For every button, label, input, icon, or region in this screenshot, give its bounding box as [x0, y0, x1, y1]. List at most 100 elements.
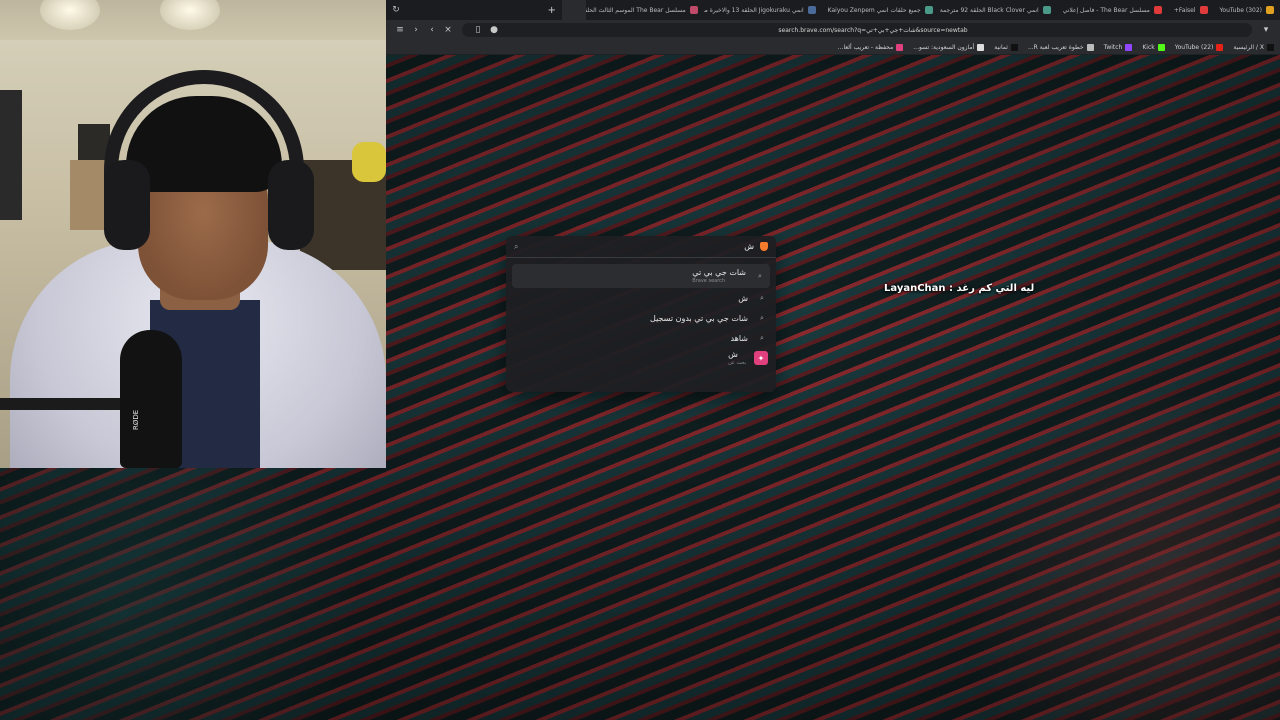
- tab-favicon-icon: [807, 6, 816, 14]
- browser-tab[interactable]: انمي Black Clover الحلقة 92 مترجمة ا: [939, 0, 1057, 20]
- bookmark-item[interactable]: (22) YouTube: [1174, 43, 1224, 51]
- bookmark-label: أمازون السعودية: تسو...: [913, 43, 975, 51]
- new-tab-page: ش ⌕ ⌕ شات جي بي تي Brave search ⌕ ش ⌕ شات جي ب…: [386, 56, 1280, 720]
- back-icon[interactable]: ‹: [424, 22, 440, 38]
- headphones-earcup-right: [268, 160, 314, 250]
- bookmark-label: X / الرئيسية: [1233, 43, 1264, 51]
- new-tab-button[interactable]: +: [542, 0, 562, 20]
- site-info-icon[interactable]: ●: [486, 22, 502, 38]
- tab-title: انمي Jigokuraku الحلقة 13 والاخيرة مت: [704, 6, 804, 14]
- search-icon: ⌕: [760, 293, 764, 302]
- bookmark-item[interactable]: Twitch: [1103, 43, 1133, 51]
- suggestion-text-group: ش بحث عن: [728, 350, 746, 366]
- search-input-row[interactable]: ش ⌕: [506, 236, 776, 258]
- menu-icon[interactable]: ≡: [392, 22, 408, 38]
- bookmark-favicon-icon: [1157, 43, 1165, 51]
- browser-window: (302) YouTube Faisel+ مسلسل The Bear - فاص…: [386, 0, 1280, 720]
- search-input[interactable]: ش: [524, 242, 754, 251]
- search-icon: ⌕: [760, 333, 764, 342]
- bookmark-label: Twitch: [1103, 43, 1123, 51]
- tab-favicon-icon: [1042, 6, 1051, 14]
- search-suggestion[interactable]: ⌕ شاهد: [506, 328, 776, 348]
- suggestion-text: شات جي بي تي: [692, 268, 746, 277]
- browser-tab[interactable]: انمي Jigokuraku الحلقة 13 والاخيرة مت: [704, 0, 822, 20]
- tab-favicon-icon: [924, 6, 933, 14]
- browser-tab[interactable]: جميع حلقات انمي Kaiyou Zenpem: [822, 0, 939, 20]
- tab-title: مسلسل The Bear الموسم الثالث الحلقة: [585, 6, 686, 14]
- webcam-overlay: RØDE: [0, 0, 386, 468]
- microphone: [120, 330, 182, 468]
- tab-favicon-icon: [1266, 6, 1274, 14]
- suggestion-text: ش: [738, 293, 748, 303]
- bookmark-label: خطوة تعريب لعبة R...: [1027, 43, 1084, 51]
- bookmark-label: محفظة - تعريب ألعا...: [837, 43, 894, 51]
- suggestion-text: شاهد: [730, 333, 748, 343]
- browser-toolbar: ≡ › ‹ × ▯ ● search.brave.com/search?q=شا…: [386, 20, 1280, 40]
- address-url: search.brave.com/search?q=شات+جي+بي+تي&s…: [778, 26, 968, 34]
- search-dropdown: ش ⌕ ⌕ شات جي بي تي Brave search ⌕ ش ⌕ شات جي ب…: [506, 236, 776, 392]
- bookmark-item[interactable]: X / الرئيسية: [1233, 43, 1274, 51]
- webcam-speaker: [0, 90, 22, 220]
- search-suggestion[interactable]: ⌕ شات جي بي تي بدون تسجيل: [506, 308, 776, 328]
- bookmark-item[interactable]: أمازون السعودية: تسو...: [913, 43, 985, 51]
- search-icon[interactable]: ⌕: [514, 242, 518, 252]
- brave-leo-icon: ✦: [754, 351, 768, 365]
- address-bar[interactable]: ▯ ● search.brave.com/search?q=شات+جي+بي+…: [462, 23, 1252, 37]
- search-suggestion[interactable]: ⌕ شات جي بي تي Brave search: [512, 264, 770, 288]
- tab-title: Faisel+: [1173, 6, 1196, 14]
- browser-tab[interactable]: مسلسل The Bear - فاصل إعلاني: [1057, 0, 1168, 20]
- suggestion-subtext: Brave search: [692, 278, 726, 284]
- bookmark-label: (22) YouTube: [1174, 43, 1214, 51]
- microphone-logo: RØDE: [132, 409, 140, 430]
- browser-tab[interactable]: [561, 0, 586, 20]
- close-icon[interactable]: ×: [440, 22, 456, 38]
- webcam-yellow-pillow: [352, 142, 386, 182]
- bookmark-label: Kick: [1142, 43, 1155, 51]
- browser-tab[interactable]: (302) YouTube: [1214, 0, 1280, 20]
- bookmark-item[interactable]: Kick: [1142, 43, 1165, 51]
- suggestion-text-group: ش: [738, 294, 748, 303]
- bookmark-favicon-icon: [1267, 43, 1274, 51]
- brave-shields-icon[interactable]: ▾: [1258, 22, 1274, 38]
- browser-tab[interactable]: مسلسل The Bear الموسم الثالث الحلقة: [586, 0, 704, 20]
- suggestion-text: ش: [728, 350, 738, 359]
- search-suggestion[interactable]: ⌕ ش: [506, 288, 776, 308]
- bookmark-favicon-icon: [977, 43, 985, 51]
- tab-favicon-icon: [1153, 6, 1162, 14]
- tab-title: مسلسل The Bear - فاصل إعلاني: [1062, 6, 1150, 14]
- suggestion-list: ⌕ شات جي بي تي Brave search ⌕ ش ⌕ شات جي بي تي…: [506, 258, 776, 368]
- bookmark-item[interactable]: ثمانية: [994, 43, 1018, 51]
- forward-icon[interactable]: ›: [408, 22, 424, 38]
- tab-favicon-icon: [571, 6, 580, 14]
- tab-favicon-icon: [1199, 6, 1208, 14]
- suggestion-text-group: شات جي بي تي بدون تسجيل: [650, 314, 748, 323]
- bookmark-label: ثمانية: [994, 43, 1008, 51]
- mic-arm: [0, 398, 130, 410]
- bookmark-item[interactable]: محفظة - تعريب ألعا...: [837, 43, 904, 51]
- suggestion-text-group: شاهد: [730, 334, 748, 343]
- reload-icon[interactable]: ↻: [386, 0, 406, 20]
- bookmark-favicon-icon: [1125, 43, 1133, 51]
- bookmark-favicon-icon: [1216, 43, 1224, 51]
- headphones-earcup-left: [104, 160, 150, 250]
- tab-title: جميع حلقات انمي Kaiyou Zenpem: [827, 6, 921, 14]
- brave-logo-icon: [760, 242, 768, 251]
- search-icon: ⌕: [760, 313, 764, 322]
- suggestion-text: شات جي بي تي بدون تسجيل: [650, 313, 748, 323]
- bookmark-icon[interactable]: ▯: [470, 22, 486, 38]
- tab-title: انمي Black Clover الحلقة 92 مترجمة ا: [938, 6, 1039, 14]
- chat-message-overlay: LayanChan : ليه التي كم رغد: [884, 283, 1035, 294]
- tab-favicon-icon: [689, 6, 698, 14]
- browser-tab[interactable]: Faisel+: [1168, 0, 1214, 20]
- tab-title: (302) YouTube: [1219, 6, 1262, 14]
- bookmarks-bar: X / الرئيسية (22) YouTube Kick Twitch خطوة ت…: [386, 40, 1280, 55]
- suggestion-text-group: شات جي بي تي Brave search: [692, 268, 746, 284]
- bookmark-favicon-icon: [1010, 43, 1018, 51]
- search-suggestion[interactable]: ✦ ش بحث عن: [506, 348, 776, 368]
- tab-bar: (302) YouTube Faisel+ مسلسل The Bear - فاص…: [386, 0, 1280, 20]
- suggestion-subtext: بحث عن: [728, 360, 746, 366]
- bookmark-item[interactable]: خطوة تعريب لعبة R...: [1027, 43, 1094, 51]
- bookmark-favicon-icon: [1086, 43, 1094, 51]
- bookmark-favicon-icon: [896, 43, 904, 51]
- search-icon: ⌕: [758, 271, 762, 280]
